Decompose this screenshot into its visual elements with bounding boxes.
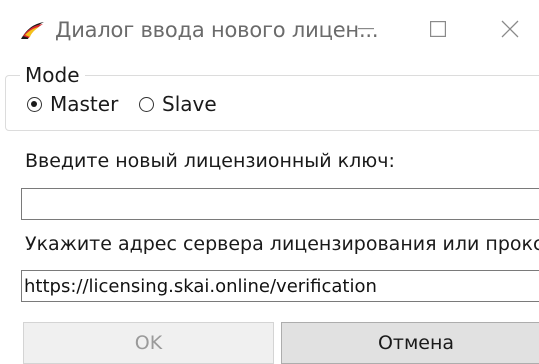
radio-master[interactable]: Master bbox=[27, 91, 118, 117]
mode-group-label: Mode bbox=[20, 63, 85, 87]
ok-button[interactable]: OK bbox=[23, 322, 274, 364]
radio-master-label: Master bbox=[50, 92, 119, 116]
license-key-label: Введите новый лицензионный ключ: bbox=[25, 150, 395, 172]
cancel-button[interactable]: Отмена bbox=[281, 322, 539, 364]
maximize-icon bbox=[430, 21, 446, 37]
license-key-input[interactable] bbox=[21, 188, 539, 220]
radio-slave-label: Slave bbox=[162, 92, 217, 116]
minimize-icon bbox=[358, 28, 374, 30]
window-title: Диалог ввода нового лицен... bbox=[55, 18, 379, 42]
radio-slave-indicator[interactable] bbox=[139, 96, 154, 112]
radio-master-indicator[interactable] bbox=[27, 96, 42, 112]
close-icon bbox=[501, 20, 519, 38]
title-bar[interactable]: Диалог ввода нового лицен... bbox=[0, 0, 539, 58]
close-button[interactable] bbox=[482, 0, 538, 58]
maximize-button[interactable] bbox=[410, 0, 466, 58]
server-address-input[interactable] bbox=[21, 270, 539, 302]
app-logo-icon bbox=[19, 20, 45, 42]
radio-slave[interactable]: Slave bbox=[139, 91, 217, 117]
minimize-button[interactable] bbox=[338, 0, 394, 58]
server-address-label: Укажите адрес сервера лицензирования или… bbox=[25, 233, 539, 255]
